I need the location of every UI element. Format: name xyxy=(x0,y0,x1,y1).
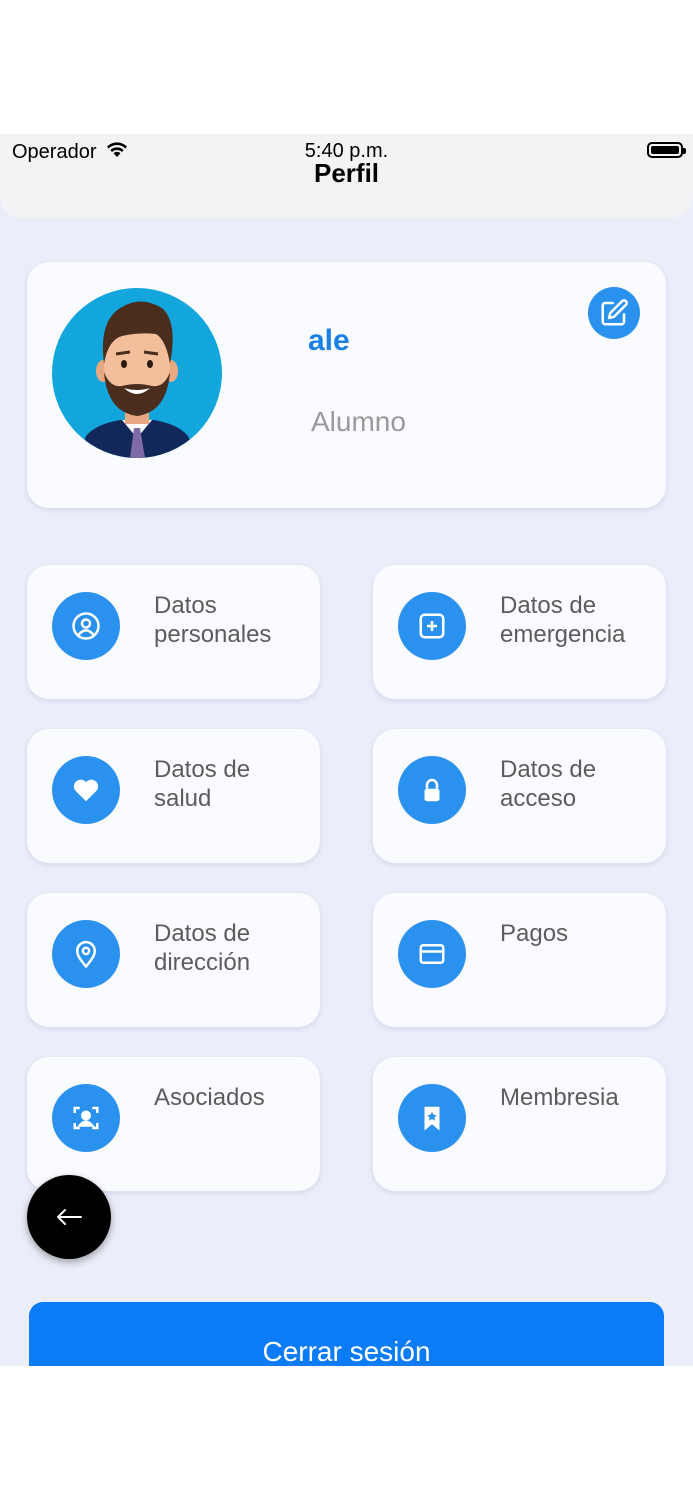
menu-tile-pagos[interactable]: Pagos xyxy=(373,893,666,1027)
page-title: Perfil xyxy=(313,158,380,188)
logout-button[interactable]: Cerrar sesión xyxy=(29,1302,664,1366)
menu-tile-datos-personales[interactable]: Datos personales xyxy=(27,565,320,699)
edit-profile-button[interactable] xyxy=(588,287,640,339)
bookmark-star-icon xyxy=(398,1084,466,1152)
logout-label: Cerrar sesión xyxy=(262,1336,431,1366)
menu-tile-label: Datos de emergencia xyxy=(500,592,626,648)
profile-role: Alumno xyxy=(311,406,406,437)
menu-tile-membresia[interactable]: Membresia xyxy=(373,1057,666,1191)
menu-tile-label: Pagos xyxy=(500,920,569,947)
heart-icon xyxy=(52,756,120,824)
back-button[interactable] xyxy=(27,1175,111,1259)
menu-tile-datos-salud[interactable]: Datos de salud xyxy=(27,729,320,863)
lock-icon xyxy=(398,756,466,824)
menu-tile-datos-acceso[interactable]: Datos de acceso xyxy=(373,729,666,863)
profile-name: ale xyxy=(308,324,350,357)
avatar xyxy=(52,288,222,458)
card-icon xyxy=(398,920,466,988)
menu-tile-label: Datos de salud xyxy=(154,756,251,812)
menu-tile-label: Membresia xyxy=(500,1084,619,1111)
user-circle-icon xyxy=(52,592,120,660)
arrow-left-icon xyxy=(57,1209,82,1225)
menu-tile-label: Datos personales xyxy=(154,592,272,648)
menu-tile-datos-direccion[interactable]: Datos de dirección xyxy=(27,893,320,1027)
map-pin-icon xyxy=(52,920,120,988)
scan-user-icon xyxy=(52,1084,120,1152)
plus-square-icon xyxy=(398,592,466,660)
menu-tile-label: Datos de dirección xyxy=(154,920,251,976)
menu-tile-label: Asociados xyxy=(154,1084,265,1111)
app-screen: Operador 5:40 p.m. Perfil ale Alumno Dat… xyxy=(0,134,693,1366)
battery-icon xyxy=(647,142,686,158)
top-bar: Operador 5:40 p.m. Perfil xyxy=(0,134,693,218)
edit-icon xyxy=(601,299,628,326)
menu-tile-datos-emergencia[interactable]: Datos de emergencia xyxy=(373,565,666,699)
profile-card: ale Alumno xyxy=(27,262,666,508)
menu-tile-label: Datos de acceso xyxy=(500,756,597,812)
menu-tile-asociados[interactable]: Asociados xyxy=(27,1057,320,1191)
